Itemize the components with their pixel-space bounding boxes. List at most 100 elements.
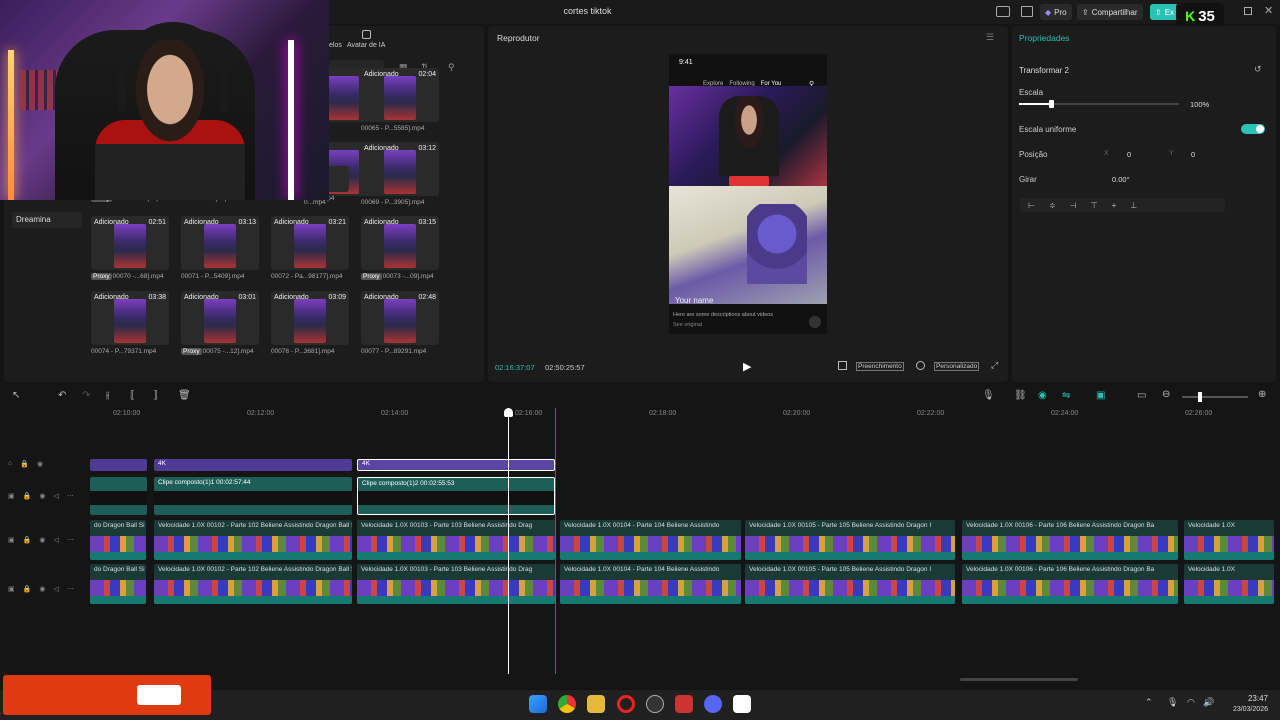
split-right-icon[interactable]: ⟧ (153, 390, 158, 401)
tray-chevron-icon[interactable]: ⌃ (1145, 697, 1153, 708)
align-right-icon[interactable]: ⊣ (1070, 201, 1077, 210)
more-icon[interactable]: ⋯ (67, 492, 74, 500)
media-item[interactable]: Adicionado 02:04 00065 - P...5585].mp4 (361, 68, 439, 136)
eye-icon[interactable]: ◉ (39, 492, 45, 500)
video-clip[interactable]: do Dragon Ball Si (90, 564, 146, 604)
lock-icon[interactable]: 🔒 (23, 492, 32, 500)
align-center-icon[interactable]: ≑ (1049, 201, 1056, 210)
pos-y-input[interactable]: 0 (1191, 150, 1195, 159)
lock-icon[interactable]: 🔒 (20, 460, 29, 468)
split-icon[interactable]: ⫲ (106, 390, 109, 401)
mic-tray-icon[interactable]: 🎙 (1167, 697, 1178, 708)
chrome-icon[interactable] (558, 695, 576, 713)
align-middle-icon[interactable]: + (1112, 201, 1117, 210)
snap-icon[interactable]: ⇋ (1062, 390, 1070, 401)
share-button[interactable]: ⇪ Compartilhar (1077, 4, 1143, 20)
layout-icon[interactable] (996, 6, 1010, 17)
redo-icon[interactable]: ↷ (82, 390, 90, 401)
align-top-icon[interactable]: ⊤ (1091, 201, 1098, 210)
video-clip[interactable]: Velocidade 1.0X 00105 - Parte 105 Belien… (745, 520, 955, 560)
delete-icon[interactable]: 🗑 (178, 390, 191, 401)
mic-icon[interactable]: 🎙 (982, 390, 995, 401)
comp-clip-1[interactable]: Clipe composto(1)1 00:02:57:44 (154, 477, 352, 515)
zoom-in-icon[interactable]: ⊕ (1258, 389, 1266, 400)
wifi-icon[interactable]: ◠ (1187, 697, 1195, 708)
split-left-icon[interactable]: ⟦ (130, 390, 135, 401)
uniform-toggle[interactable] (1241, 124, 1265, 134)
ratio-icon[interactable] (838, 361, 847, 370)
lock-icon[interactable]: 🔒 (23, 585, 32, 593)
media-item[interactable]: Adicionado 03:12 00069 - P...3905].mp4 (361, 142, 439, 210)
align-bottom-icon[interactable]: ⊥ (1130, 201, 1137, 210)
discord-icon[interactable] (704, 695, 722, 713)
comp-clip-0[interactable] (90, 477, 147, 515)
text-clip-2[interactable]: 4K (357, 459, 555, 471)
media-item[interactable]: Adicionado 02:51 Proxy 00070 -...68].mp4 (91, 216, 169, 284)
media-item[interactable]: Adicionado 03:01 Proxy 00075 -...12].mp4 (181, 291, 259, 359)
media-item[interactable]: Adicionado 03:21 00072 - Pa...98177].mp4 (271, 216, 349, 284)
comp-clip-2[interactable]: Clipe composto(1)2 00:02:55:53 (357, 477, 555, 515)
fullscreen-icon[interactable]: ⤢ (991, 360, 998, 371)
filter-icon[interactable]: ⚲ (448, 62, 455, 73)
clock-time[interactable]: 23:47 (1238, 694, 1268, 703)
more-icon[interactable]: ⋯ (67, 536, 74, 544)
eye-icon[interactable]: ◉ (39, 536, 45, 544)
folder-icon[interactable] (587, 695, 605, 713)
menu-icon[interactable]: ☰ (986, 32, 994, 43)
media-item[interactable]: Adicionado 03:38 00074 - P...79371.mp4 (91, 291, 169, 359)
video-clip[interactable]: Velocidade 1.0X 00103 - Parte 103 Belien… (357, 564, 555, 604)
audio-icon[interactable]: ◁ (53, 585, 58, 593)
media-item[interactable]: Adicionado 03:13 00071 - P...5409].mp4 (181, 216, 259, 284)
streamlabs-icon[interactable] (675, 695, 693, 713)
opera-icon[interactable] (617, 695, 635, 713)
video-clip[interactable]: Velocidade 1.0X 00103 - Parte 103 Belien… (357, 520, 555, 560)
text-clip-1[interactable]: 4K (154, 459, 352, 471)
scale-slider[interactable] (1019, 100, 1179, 108)
sidebar-item-dreamina[interactable]: Dreamina (12, 212, 82, 228)
video-clip[interactable]: Velocidade 1.0X 00106 - Parte 106 Belien… (962, 520, 1178, 560)
volume-icon[interactable]: 🔊 (1203, 697, 1214, 708)
text-clip-0[interactable] (90, 459, 147, 471)
rotate-input[interactable]: 0.00° (1112, 175, 1130, 184)
video-clip[interactable]: Velocidade 1.0X 00104 - Parte 104 Belien… (560, 520, 741, 560)
select-tool-icon[interactable]: ↖ (12, 390, 20, 401)
audio-icon[interactable]: ◁ (53, 536, 58, 544)
eye-icon[interactable]: ◉ (39, 585, 45, 593)
pos-x-input[interactable]: 0 (1127, 150, 1131, 159)
eye-icon[interactable]: ◉ (37, 460, 43, 468)
tab-avatar-ia[interactable]: Avatar de IA (347, 42, 385, 49)
pro-button[interactable]: ◆ Pro (1040, 4, 1072, 20)
crop-icon[interactable] (916, 361, 925, 370)
undo-icon[interactable]: ↶ (58, 390, 66, 401)
scale-value[interactable]: 100% (1190, 100, 1209, 109)
capcut-icon[interactable] (733, 695, 751, 713)
zoom-slider-knob[interactable] (1198, 392, 1202, 402)
video-clip[interactable]: Velocidade 1.0X 00106 - Parte 106 Belien… (962, 564, 1178, 604)
preview-axis-icon[interactable]: ▣ (1096, 390, 1105, 401)
clock-date[interactable]: 23/03/2026 (1224, 706, 1268, 713)
fill-button[interactable]: Preenchimento (856, 362, 904, 371)
reset-icon[interactable]: ↺ (1254, 64, 1262, 75)
close-icon[interactable]: ✕ (1264, 4, 1273, 17)
link-icon[interactable]: ⛓ (1014, 390, 1027, 401)
custom-button[interactable]: Personalizado (934, 362, 980, 371)
windows-start-icon[interactable] (529, 695, 547, 713)
playhead[interactable] (504, 408, 513, 674)
video-clip[interactable]: Velocidade 1.0X 00105 - Parte 105 Belien… (745, 564, 955, 604)
media-item[interactable]: Adicionado 03:15 Proxy 00073 -...09].mp4 (361, 216, 439, 284)
chatgpt-icon[interactable] (646, 695, 664, 713)
playhead-handle[interactable] (504, 408, 513, 417)
video-clip[interactable]: Velocidade 1.0X 00102 - Parte 102 Belien… (154, 564, 352, 604)
more-icon[interactable]: ⋯ (67, 585, 74, 593)
zoom-out-icon[interactable]: ⊖ (1162, 389, 1170, 400)
horizontal-scrollbar[interactable] (960, 678, 1078, 681)
play-icon[interactable]: ▶ (743, 360, 751, 373)
video-clip[interactable]: Velocidade 1.0X 00104 - Parte 104 Belien… (560, 564, 741, 604)
export-button[interactable]: ⇧ Ex (1150, 4, 1180, 20)
align-left-icon[interactable]: ⊢ (1028, 201, 1035, 210)
lock-icon[interactable]: 🔒 (23, 536, 32, 544)
tab-modelos[interactable]: elos (329, 42, 342, 49)
video-clip[interactable]: Velocidade 1.0X (1184, 564, 1274, 604)
audio-icon[interactable]: ◁ (53, 492, 58, 500)
magnet-icon[interactable]: ◉ (1038, 390, 1047, 401)
